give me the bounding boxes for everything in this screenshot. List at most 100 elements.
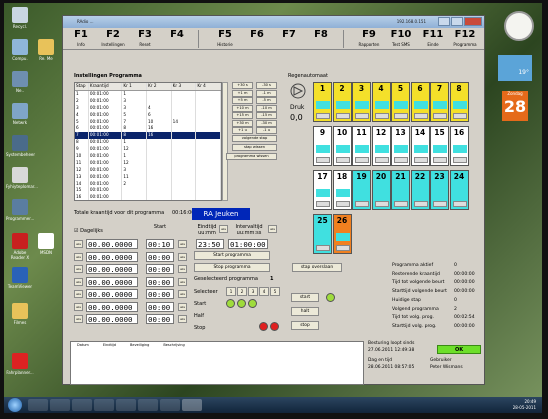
time-adjust-button[interactable]: +30 m [232, 119, 253, 127]
sprinkler-cell[interactable]: 21 [391, 170, 410, 210]
start-program-button[interactable]: Start programma [194, 251, 270, 260]
table-row[interactable]: 14 00:01:00 2 [75, 180, 221, 188]
time-adjust-button[interactable]: +10 m [232, 104, 253, 112]
table-scrollbar[interactable] [222, 82, 228, 201]
program-select-5[interactable]: 5 [270, 287, 280, 296]
time-adjust-button[interactable]: +15 m [232, 112, 253, 119]
taskbar-word[interactable] [94, 399, 114, 411]
fkey-f5[interactable]: F5 Historie [209, 28, 241, 50]
wis-button[interactable]: wis [74, 277, 83, 286]
fkey-f10[interactable]: F10 Test SMS [385, 28, 417, 50]
sprinkler-cell[interactable]: 24 [449, 170, 469, 210]
wis-button[interactable]: wis [178, 265, 187, 273]
fkey-f7[interactable]: F7 [273, 28, 305, 50]
desktop-icon-network[interactable]: Re. Me [32, 39, 60, 61]
fkey-f3[interactable]: F3 Reset [129, 28, 161, 50]
sprinkler-cell[interactable]: 15 [430, 126, 449, 166]
sprinkler-cell[interactable]: 2 [332, 82, 352, 122]
wis-button[interactable]: wis [74, 265, 83, 273]
sprinkler-cell[interactable]: 7 [430, 82, 449, 122]
desktop-icon-4[interactable]: Netwrk [6, 103, 34, 125]
desktop-icon-11[interactable]: Filmes [6, 303, 34, 325]
date-field[interactable]: 00.00.0000 [86, 314, 138, 324]
wis-button[interactable]: wis [178, 302, 187, 311]
sprinkler-cell[interactable]: 14 [410, 126, 430, 166]
fkey-f9[interactable]: F9 Rapporten [353, 28, 385, 50]
time-adjust-button[interactable]: -10 m [256, 104, 277, 112]
delete-step-button[interactable]: stap wissen [232, 144, 277, 151]
fkey-f11[interactable]: F11 Einde [417, 28, 449, 50]
sprinkler-cell[interactable]: 26 [332, 214, 352, 254]
sprinkler-cell[interactable]: 3 [352, 82, 371, 122]
sprinkler-cell[interactable]: 10 [332, 126, 352, 166]
sprinkler-cell[interactable]: 6 [410, 82, 430, 122]
start-time-field[interactable]: 00:00 [146, 264, 174, 274]
date-field[interactable]: 00.00.0000 [86, 239, 138, 249]
table-row[interactable]: 1 00:01:00 1 [75, 91, 221, 98]
table-row[interactable]: 12 00:01:00 3 [75, 166, 221, 174]
wis-button[interactable]: wis [178, 315, 187, 323]
sprinkler-cell[interactable]: 17 [313, 170, 332, 210]
time-adjust-button[interactable]: -1 u [256, 127, 277, 134]
delete-program-button[interactable]: programma wissen [226, 153, 277, 160]
time-adjust-button[interactable]: +30 s [232, 82, 253, 89]
sprinkler-cell[interactable]: 19 [352, 170, 371, 210]
program-select-3[interactable]: 3 [248, 287, 258, 296]
date-field[interactable]: 00.00.0000 [86, 264, 138, 274]
wis-button[interactable]: wis [178, 240, 187, 248]
sprinkler-cell[interactable]: 5 [391, 82, 410, 122]
table-row[interactable]: 7 00:01:00 8 16 [75, 132, 221, 140]
desktop-icon-6[interactable]: Fyhiyteplomar... [6, 167, 38, 189]
start-time-field[interactable]: 00:00 [146, 276, 174, 287]
wis-button[interactable]: wis [268, 225, 277, 233]
taskbar-ie[interactable] [28, 399, 48, 411]
table-row[interactable]: 3 00:01:00 3 4 [75, 104, 221, 112]
taskbar-app-active[interactable] [182, 399, 202, 411]
sprinkler-cell[interactable]: 12 [371, 126, 391, 166]
stop-program-button[interactable]: Stop programma [194, 263, 270, 272]
time-adjust-button[interactable]: +1 m [232, 89, 253, 97]
start-time-field[interactable]: 00:00 [146, 289, 174, 299]
start-time-field[interactable]: 00:00 [146, 251, 174, 262]
date-field[interactable]: 00.00.0000 [86, 251, 138, 262]
sprinkler-cell[interactable]: 4 [371, 82, 391, 122]
interval-field[interactable]: 01:00:00 [228, 239, 268, 249]
desktop-icon-10[interactable]: TeamViewer [6, 267, 34, 289]
sprinkler-cell[interactable]: 11 [352, 126, 371, 166]
minimize-button[interactable] [438, 17, 450, 26]
desktop-icon-7[interactable]: Programmer... [6, 199, 34, 221]
taskbar-app[interactable] [138, 399, 158, 411]
table-row[interactable]: 15 00:01:00 [75, 187, 221, 195]
time-adjust-button[interactable]: -1 m [256, 89, 277, 97]
sprinkler-cell[interactable]: 9 [313, 126, 332, 166]
table-row[interactable]: 8 00:01:00 1 [75, 139, 221, 147]
sprinkler-cell[interactable]: 1 [313, 82, 332, 122]
desktop-icon-8[interactable]: Adobe Reader X [6, 233, 34, 260]
desktop-icon-9[interactable]: MSDN [32, 233, 60, 255]
date-field[interactable]: 00.00.0000 [86, 301, 138, 312]
fkey-f12[interactable]: F12 Programma [449, 28, 481, 50]
wis-button[interactable]: wis [74, 252, 83, 261]
wis-button[interactable]: wis [74, 240, 83, 248]
desktop-icon-5[interactable]: Systembeheer [6, 135, 35, 157]
next-step-button[interactable]: volgende stap [232, 135, 277, 142]
table-row[interactable]: 13 00:01:00 11 [75, 173, 221, 181]
fkey-f4[interactable]: F4 [161, 28, 193, 50]
wis-button[interactable]: wis [178, 290, 187, 298]
taskbar-app[interactable] [160, 399, 180, 411]
wis-button[interactable]: wis [74, 315, 83, 323]
desktop-icon-computer[interactable]: Compu. [6, 39, 34, 61]
table-row[interactable]: 16 00:01:00 [75, 194, 221, 200]
table-row[interactable]: 5 00:01:00 7 10 14 [75, 118, 221, 126]
rain-start-button[interactable]: start [291, 293, 319, 302]
sprinkler-cell[interactable]: 25 [313, 214, 332, 254]
fkey-f1[interactable]: F1 Info [65, 28, 97, 50]
program-select-4[interactable]: 4 [259, 287, 269, 296]
taskbar-media[interactable] [72, 399, 92, 411]
time-adjust-button[interactable]: -30 m [256, 119, 277, 127]
sprinkler-cell[interactable]: 13 [391, 126, 410, 166]
rain-stop-button[interactable]: stop [291, 321, 319, 330]
desktop-icon-12[interactable]: Fahrplanner... [6, 353, 34, 375]
fkey-f6[interactable]: F6 [241, 28, 273, 50]
time-adjust-button[interactable]: -5 m [256, 97, 277, 104]
